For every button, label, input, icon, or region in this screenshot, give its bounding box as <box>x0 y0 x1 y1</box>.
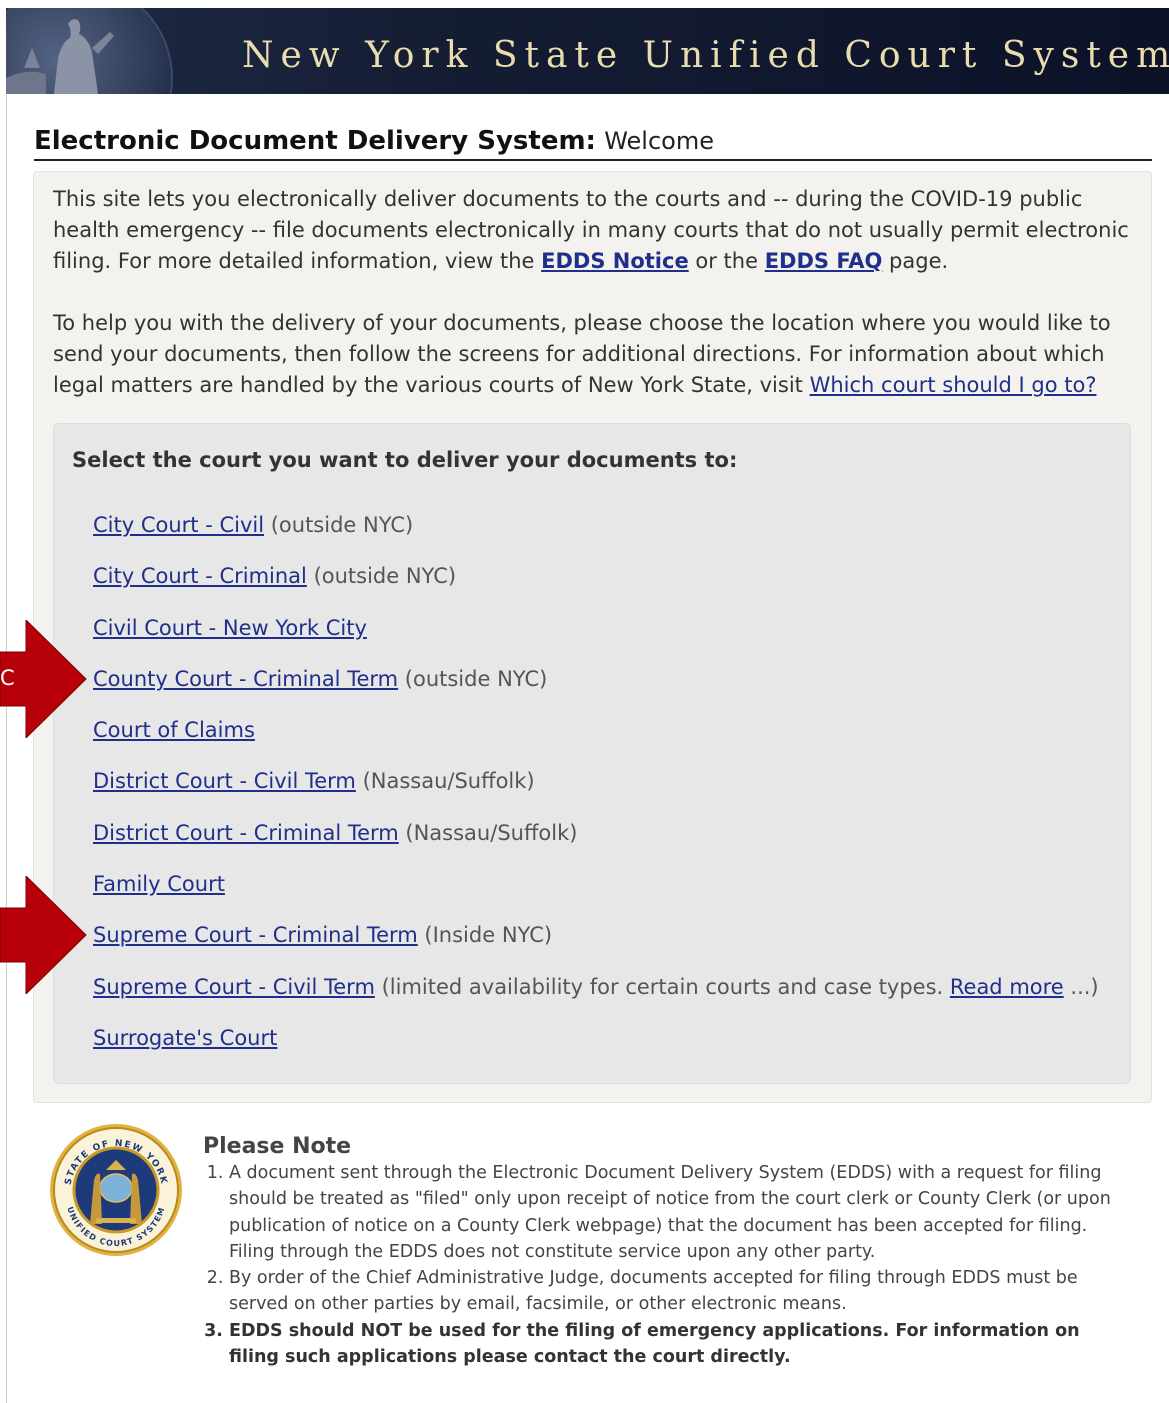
court-link-supreme-civil[interactable]: Supreme Court - Civil Term <box>93 975 375 999</box>
welcome-panel: This site lets you electronically delive… <box>33 171 1152 1103</box>
court-link-city-criminal[interactable]: City Court - Criminal <box>93 564 307 588</box>
list-item: County Court - Criminal Term (outside NY… <box>93 666 1099 717</box>
list-item: District Court - Civil Term (Nassau/Suff… <box>93 768 1099 819</box>
page-title: Electronic Document Delivery System: Wel… <box>34 126 1152 161</box>
red-arrow-supreme-criminal <box>0 876 87 994</box>
court-note: (outside NYC) <box>398 666 548 691</box>
list-item: Civil Court - New York City <box>93 615 1099 666</box>
court-note: ...) <box>1063 974 1099 999</box>
intro-paragraph-1: This site lets you electronically delive… <box>53 184 1133 277</box>
court-note: (Nassau/Suffolk) <box>398 820 578 845</box>
court-link-court-of-claims[interactable]: Court of Claims <box>93 718 255 742</box>
intro-text: or the <box>688 249 765 273</box>
court-note: (Nassau/Suffolk) <box>355 769 535 794</box>
court-note: (Inside NYC) <box>417 923 553 948</box>
list-item: Family Court <box>93 871 1099 922</box>
list-item: District Court - Criminal Term (Nassau/S… <box>93 820 1099 871</box>
arrow-label: C <box>0 666 15 690</box>
please-note-heading: Please Note <box>203 1134 352 1159</box>
page-left-border <box>6 95 7 1403</box>
list-item: Supreme Court - Criminal Term (Inside NY… <box>93 922 1099 973</box>
court-link-district-civil[interactable]: District Court - Civil Term <box>93 769 356 793</box>
court-note: (outside NYC) <box>264 513 414 537</box>
list-item: Supreme Court - Civil Term (limited avai… <box>93 974 1099 1025</box>
edds-faq-link[interactable]: EDDS FAQ <box>765 249 883 273</box>
court-select-box: Select the court you want to deliver you… <box>53 423 1131 1084</box>
court-link-surrogates[interactable]: Surrogate's Court <box>93 1026 277 1050</box>
list-item: Court of Claims <box>93 717 1099 768</box>
list-item: City Court - Criminal (outside NYC) <box>93 563 1099 614</box>
site-title: New York State Unified Court System <box>242 35 1169 76</box>
court-link-family[interactable]: Family Court <box>93 872 225 896</box>
intro-text: page. <box>882 249 949 273</box>
intro-paragraph-2: To help you with the delivery of your do… <box>53 308 1133 401</box>
list-item: Surrogate's Court <box>93 1025 1099 1076</box>
court-note: (outside NYC) <box>306 564 457 589</box>
list-item: EDDS should NOT be used for the filing o… <box>229 1318 1123 1371</box>
list-item: By order of the Chief Administrative Jud… <box>229 1265 1123 1318</box>
edds-notice-link[interactable]: EDDS Notice <box>541 249 689 273</box>
court-system-seal-icon: STATE OF NEW YORK UNIFIED COURT SYSTEM <box>50 1124 182 1256</box>
lady-justice-statue-icon <box>6 8 173 94</box>
site-header-banner: New York State Unified Court System <box>6 8 1169 94</box>
court-link-civil-nyc[interactable]: Civil Court - New York City <box>93 616 367 640</box>
please-note-list: A document sent through the Electronic D… <box>203 1160 1123 1370</box>
page-title-sub: Welcome <box>604 127 714 155</box>
court-link-district-criminal[interactable]: District Court - Criminal Term <box>93 821 399 845</box>
court-link-city-civil[interactable]: City Court - Civil <box>93 513 264 537</box>
read-more-link[interactable]: Read more <box>950 975 1064 999</box>
court-link-supreme-criminal[interactable]: Supreme Court - Criminal Term <box>93 923 418 947</box>
list-item: City Court - Civil (outside NYC) <box>93 512 1099 563</box>
list-item: A document sent through the Electronic D… <box>229 1160 1123 1265</box>
page-title-main: Electronic Document Delivery System: <box>34 126 596 156</box>
court-select-heading: Select the court you want to deliver you… <box>72 448 738 472</box>
which-court-link[interactable]: Which court should I go to? <box>810 373 1097 397</box>
court-note: (limited availability for certain courts… <box>374 974 950 999</box>
court-link-county-criminal[interactable]: County Court - Criminal Term <box>93 667 398 691</box>
court-list: City Court - Civil (outside NYC) City Co… <box>93 512 1099 1076</box>
